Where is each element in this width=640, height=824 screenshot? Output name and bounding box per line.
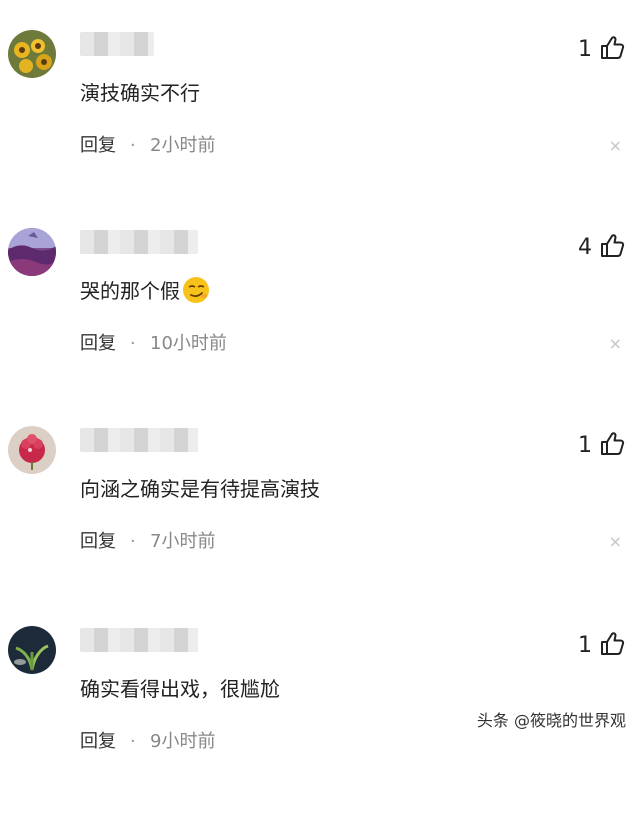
comment-item: 1 向涵之确实是有待提高演技 回复 · 7小时前 × xyxy=(0,426,640,624)
like-count: 1 xyxy=(578,633,592,658)
comment-time: 10小时前 xyxy=(150,333,227,354)
sunflower-avatar-icon xyxy=(8,30,56,78)
like-count: 4 xyxy=(578,235,592,260)
comment-text: 确实看得出戏，很尴尬 xyxy=(80,677,280,701)
comment-time: 9小时前 xyxy=(150,731,216,752)
comment-item: 1 演技确实不行 回复 · 2小时前 × xyxy=(0,30,640,228)
close-icon[interactable]: × xyxy=(609,332,622,356)
avatar[interactable] xyxy=(8,426,56,474)
close-icon[interactable]: × xyxy=(609,134,622,158)
purple-landscape-avatar-icon xyxy=(8,228,56,276)
close-icon[interactable]: × xyxy=(609,530,622,554)
username-blurred[interactable] xyxy=(80,230,198,254)
avatar[interactable] xyxy=(8,626,56,674)
separator-dot: · xyxy=(130,731,136,752)
separator-dot: · xyxy=(130,333,136,354)
comment-text: 向涵之确实是有待提高演技 xyxy=(80,477,320,501)
comment-text: 哭的那个假 xyxy=(80,276,210,306)
comment-text-content: 哭的那个假 xyxy=(80,279,180,303)
like-count: 1 xyxy=(578,433,592,458)
thumbs-up-icon[interactable] xyxy=(598,630,626,658)
watermark: 头条 @筱晓的世界观 xyxy=(476,711,626,730)
reply-button[interactable]: 回复 xyxy=(80,132,116,160)
username-blurred[interactable] xyxy=(80,428,198,452)
reply-button[interactable]: 回复 xyxy=(80,528,116,556)
username-blurred[interactable] xyxy=(80,628,198,652)
reply-button[interactable]: 回复 xyxy=(80,728,116,756)
pink-flower-avatar-icon xyxy=(8,426,56,474)
smirk-emoji-icon xyxy=(183,277,209,303)
like-count: 1 xyxy=(578,37,592,62)
separator-dot: · xyxy=(130,531,136,552)
separator-dot: · xyxy=(130,135,136,156)
comment-time: 2小时前 xyxy=(150,135,216,156)
thumbs-up-icon[interactable] xyxy=(598,232,626,260)
avatar[interactable] xyxy=(8,228,56,276)
avatar[interactable] xyxy=(8,30,56,78)
thumbs-up-icon[interactable] xyxy=(598,34,626,62)
comment-item: 4 哭的那个假 回复 · 10小时前 × xyxy=(0,228,640,426)
dark-plant-avatar-icon xyxy=(8,626,56,674)
reply-button[interactable]: 回复 xyxy=(80,330,116,358)
username-blurred[interactable] xyxy=(80,32,154,56)
thumbs-up-icon[interactable] xyxy=(598,430,626,458)
comment-text: 演技确实不行 xyxy=(80,81,200,105)
comment-time: 7小时前 xyxy=(150,531,216,552)
